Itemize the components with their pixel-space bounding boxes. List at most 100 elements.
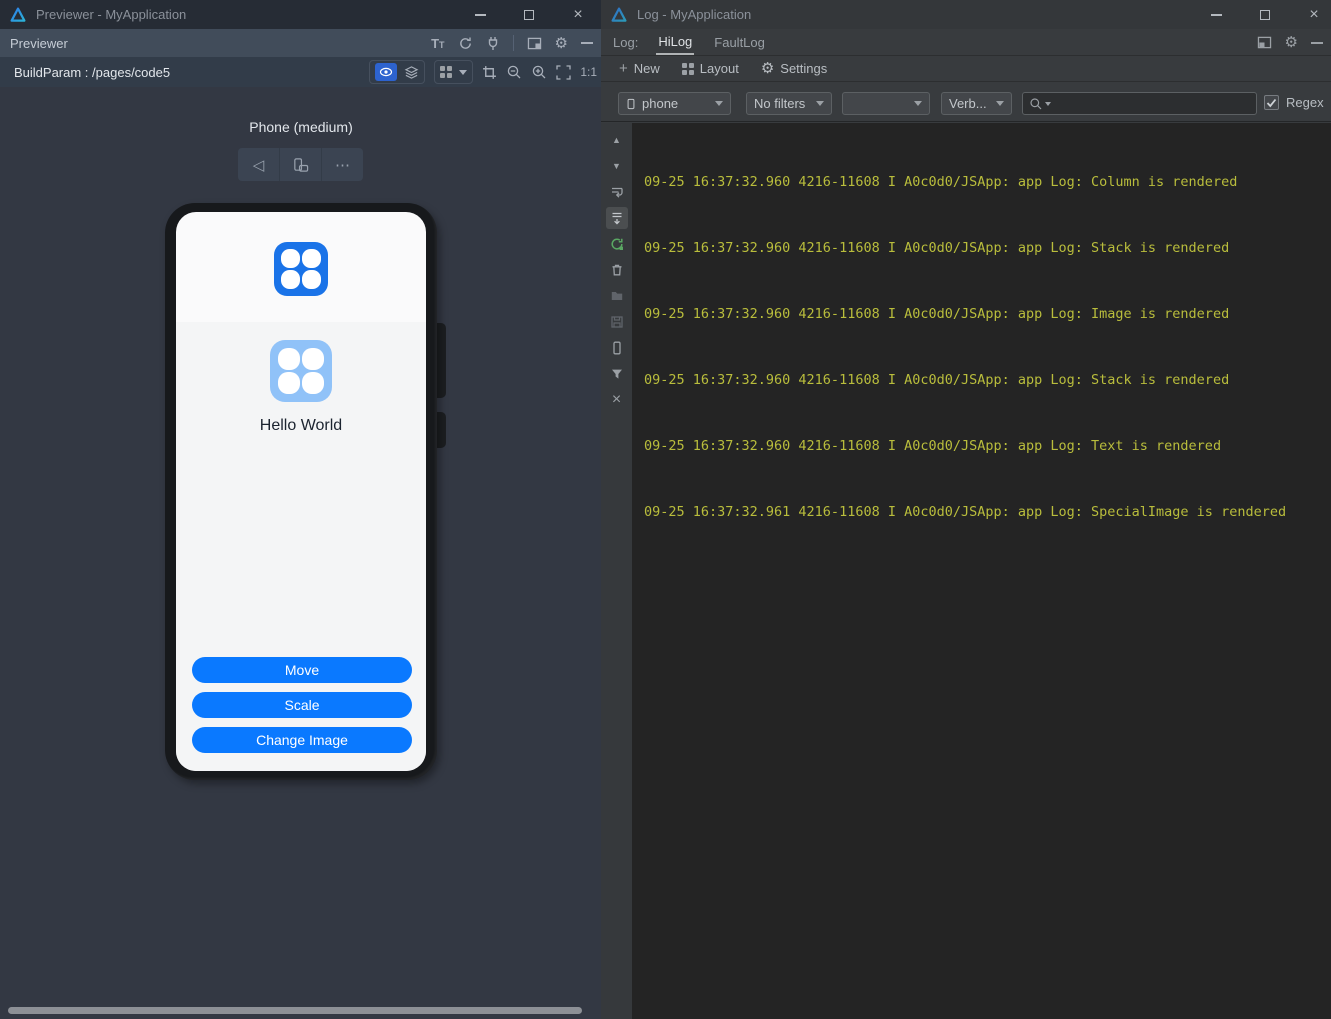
device-label: Phone (medium) [249,119,353,135]
gear-icon: ⚙ [760,60,775,77]
check-icon [1266,98,1277,107]
regex-checkbox[interactable] [1264,95,1279,110]
scroll-to-end-icon[interactable] [605,207,628,229]
panel-title: Previewer [10,35,68,51]
settings-button[interactable]: ⚙ Settings [761,61,827,76]
window-title: Log - MyApplication [637,7,752,22]
zoom-out-icon[interactable] [506,64,522,80]
panel-layout-icon[interactable] [527,37,542,50]
phone-mockup: Hello World Move Scale Change Image [165,203,437,780]
log-window: Log - MyApplication × Log: HiLog FaultLo… [601,0,1331,1019]
maximize-button[interactable] [518,4,540,26]
tab-faultlog[interactable]: FaultLog [712,30,767,54]
components-icon [440,66,453,78]
chevron-down-icon [459,69,468,75]
minimize-button[interactable] [1205,4,1227,26]
gear-icon[interactable]: ⚙ [1285,35,1298,50]
filter-select[interactable]: No filters [746,92,832,115]
chevron-down-icon [996,101,1004,106]
log-line: 09-25 16:37:32.960 4216-11608 I A0c0d0/J… [644,240,1230,256]
deveco-logo-icon [10,7,26,22]
phone-icon [627,98,635,109]
chevron-down-icon [715,101,723,106]
log-line: 09-25 16:37:32.960 4216-11608 I A0c0d0/J… [644,174,1238,190]
close-button[interactable]: × [1303,4,1325,26]
clear-log-icon[interactable] [606,259,628,281]
layers-icon[interactable] [404,65,419,80]
log-line: 09-25 16:37:32.960 4216-11608 I A0c0d0/J… [644,438,1222,454]
log-gutter: ▲ ▼ × [601,123,632,1019]
log-line: 09-25 16:37:32.960 4216-11608 I A0c0d0/J… [644,372,1230,388]
plus-icon: + [619,60,628,77]
inspect-group [369,60,426,84]
panel-layout-icon[interactable] [1257,36,1272,49]
app-clover-icon [274,242,328,296]
zoom-in-icon[interactable] [531,64,547,80]
tab-hilog[interactable]: HiLog [656,29,695,55]
component-mode-group[interactable] [434,60,474,84]
device-icon[interactable] [606,337,628,359]
scroll-down-icon[interactable]: ▼ [606,155,628,177]
move-button[interactable]: Move [192,657,412,683]
deveco-logo-icon [611,7,627,22]
buildparam-bar: BuildParam : /pages/code5 1:1 [0,57,601,87]
plug-icon[interactable] [486,36,500,51]
scale-button[interactable]: Scale [192,692,412,718]
rotate-button[interactable] [279,148,321,181]
rotate-device-icon [294,157,309,172]
chevron-down-icon [816,101,824,106]
chevron-down-icon [1045,101,1051,106]
log-line: 09-25 16:37:32.960 4216-11608 I A0c0d0/J… [644,306,1230,322]
log-line: 09-25 16:37:32.961 4216-11608 I A0c0d0/J… [644,504,1287,520]
back-button[interactable]: ◁ [238,148,279,181]
previewer-window: Previewer - MyApplication × Previewer TT [0,0,601,1019]
folder-icon[interactable] [606,285,628,307]
log-lines: 09-25 16:37:32.960 4216-11608 I A0c0d0/J… [644,127,1286,567]
window-title: Previewer - MyApplication [36,7,187,22]
save-log-icon[interactable] [606,311,628,333]
app-clover-icon-faded [270,340,332,402]
more-button[interactable]: ⋯ [321,148,363,181]
device-select[interactable]: phone [618,92,731,115]
new-button[interactable]: + New [619,61,660,76]
fit-to-screen-icon[interactable] [556,64,571,80]
window-controls: × [1205,0,1325,29]
desktop: Previewer - MyApplication × Previewer TT [0,0,1331,1019]
refresh-icon[interactable] [458,36,473,51]
crop-frame-icon[interactable] [482,65,497,80]
font-size-icon[interactable]: TT [431,36,444,51]
maximize-button[interactable] [1254,4,1276,26]
soft-wrap-icon[interactable] [606,181,628,203]
back-icon: ◁ [252,156,265,174]
hide-panel-icon[interactable] [1311,41,1323,44]
horizontal-scrollbar[interactable] [8,1007,582,1014]
gear-icon[interactable]: ⚙ [555,36,568,51]
zoom-ratio-label[interactable]: 1:1 [580,65,597,79]
log-titlebar: Log - MyApplication × [601,0,1331,29]
log-label: Log: [613,34,639,50]
divider [512,35,514,51]
more-icon: ⋯ [335,156,350,174]
filter-icon[interactable] [606,363,628,385]
layout-grid-icon [681,62,694,75]
log-content[interactable]: 09-25 16:37:32.960 4216-11608 I A0c0d0/J… [632,123,1331,1019]
inspector-eye-icon[interactable] [375,63,398,81]
hello-world-text: Hello World [259,417,343,434]
rerun-icon[interactable] [606,233,628,255]
search-icon [1030,97,1042,109]
log-actionrow: + New Layout ⚙ Settings [601,56,1331,82]
log-filterrow: phone No filters Verb... Regex [601,82,1331,122]
layout-button[interactable]: Layout [681,61,739,76]
level-select[interactable]: Verb... [941,92,1012,115]
previewer-titlebar: Previewer - MyApplication × [0,0,601,29]
previewer-toolbar: Previewer TT ⚙ [0,29,601,57]
scroll-up-icon[interactable]: ▲ [606,129,628,151]
close-button[interactable]: × [567,4,589,26]
change-image-button[interactable]: Change Image [192,727,412,753]
hide-panel-icon[interactable] [581,42,593,44]
minimize-button[interactable] [469,4,491,26]
close-icon[interactable]: × [606,389,628,411]
search-input[interactable] [1022,92,1257,115]
empty-select[interactable] [842,92,930,115]
regex-label: Regex [1286,95,1324,110]
